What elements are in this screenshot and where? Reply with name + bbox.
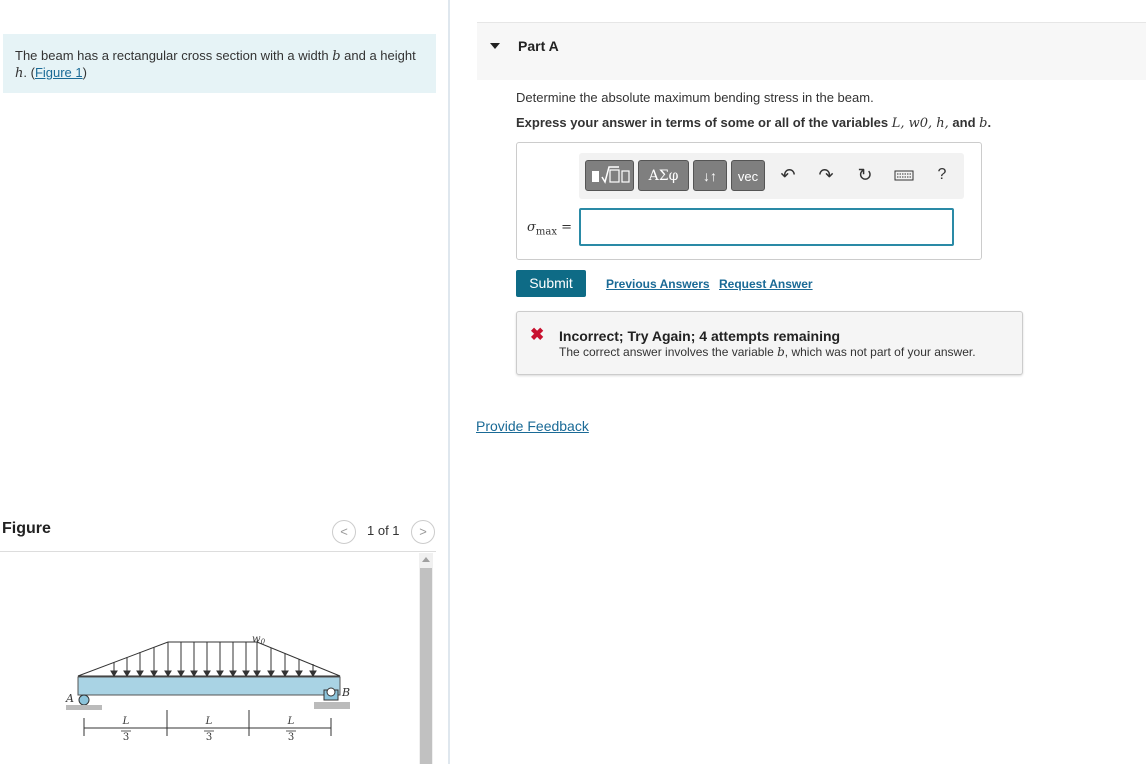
left-panel: The beam has a rectangular cross section… [0,0,448,764]
arrows-button[interactable]: ↓↑ [693,160,727,191]
prev-figure-button[interactable]: < [332,520,356,544]
keyboard-icon[interactable] [892,162,916,188]
feedback-var: b [777,345,785,359]
equals-sign: = [556,220,572,235]
problem-text: The beam has a rectangular cross section… [15,48,425,82]
answer-input[interactable] [579,208,954,246]
intro-text-1: The beam has a rectangular cross section… [15,48,333,63]
figure-pager: 1 of 1 [367,523,400,538]
reset-icon[interactable]: ↻ [853,162,877,188]
chevron-left-icon: < [340,524,348,539]
feedback-msg-2: , which was not part of your answer. [784,345,976,359]
feedback-message: The correct answer involves the variable… [559,345,976,359]
templates-icon [592,166,630,184]
pin-support-a [78,694,90,706]
span-2-den: 3 [206,732,212,743]
next-figure-button[interactable]: > [411,520,435,544]
instruction-text: Express your answer in terms of some or … [516,115,991,131]
provide-feedback-link[interactable]: Provide Feedback [476,418,589,434]
feedback-title: Incorrect; Try Again; 4 attempts remaini… [559,328,841,344]
figure-scrollbar[interactable] [419,553,433,764]
submit-button[interactable]: Submit [516,270,586,297]
problem-intro: The beam has a rectangular cross section… [3,34,436,93]
templates-button[interactable] [585,160,634,191]
instruction-prefix: Express your answer in terms of some or … [516,115,892,130]
math-toolbar: ΑΣφ ↓↑ vec ↶ ↷ ↻ ? [579,153,964,199]
request-answer-link[interactable]: Request Answer [719,277,813,291]
answer-label: σmax = [527,220,572,238]
instruction-end: . [987,115,992,130]
sigma-subscript: max [535,226,557,238]
load-label: w0 [252,634,266,646]
scroll-thumb[interactable] [420,568,432,764]
undo-icon[interactable]: ↶ [776,162,800,188]
beam-figure: w0 A B L 3 L 3 L 3 [60,620,360,764]
figure-link[interactable]: Figure 1 [35,65,83,80]
span-1-den: 3 [123,732,129,743]
part-header[interactable]: Part A [477,22,1146,80]
figure-header: Figure < 1 of 1 > [0,516,436,552]
part-title: Part A [518,38,559,54]
figure-title: Figure [2,520,51,537]
span-3-den: 3 [288,732,294,743]
help-button[interactable]: ? [930,162,954,188]
intro-text-3: . ( [23,65,35,80]
label-b: B [341,686,350,699]
beam [77,676,341,696]
instruction-vars: L, w0, h, [891,116,949,131]
instruction-and: and [948,115,980,130]
ground-b [314,702,350,709]
x-icon: ✖ [530,325,545,344]
previous-answers-link[interactable]: Previous Answers [606,277,710,291]
var-b: b [332,49,341,64]
beam-diagram: w0 A B L 3 L 3 L 3 [65,634,350,743]
label-a: A [65,692,74,705]
feedback-msg-1: The correct answer involves the variable [559,345,778,359]
chevron-right-icon: > [419,524,427,539]
span-1-num: L [122,716,130,727]
load-arrows [110,642,317,677]
scroll-up-icon[interactable] [422,557,430,562]
intro-text-4: ) [82,65,87,80]
sigma-symbol: σ [527,220,536,235]
column-divider [448,0,450,764]
greek-button[interactable]: ΑΣφ [638,160,689,191]
span-3-num: L [287,716,295,727]
question-text: Determine the absolute maximum bending s… [516,90,874,105]
span-2-num: L [205,716,213,727]
span-labels: L 3 L 3 L 3 [122,716,295,743]
ground-a [66,705,102,710]
vec-button[interactable]: vec [731,160,765,191]
redo-icon[interactable]: ↷ [814,162,838,188]
triangle-down-icon[interactable] [490,43,500,49]
intro-text-2: and a height [340,48,416,63]
feedback-box: ✖ Incorrect; Try Again; 4 attempts remai… [516,311,1023,375]
